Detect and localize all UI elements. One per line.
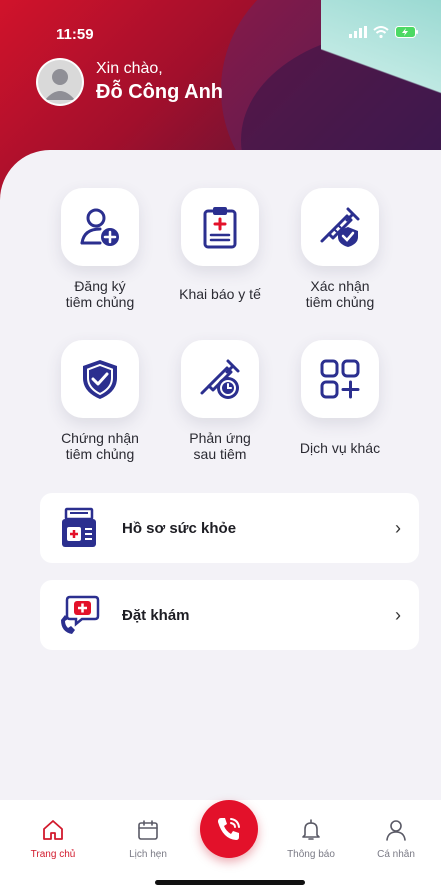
tile-label: Xác nhận tiêm chủng [305, 278, 375, 310]
tile-other-services[interactable]: Dịch vụ khác [275, 340, 405, 456]
chevron-right-icon: › [395, 517, 401, 538]
nav-item-profile[interactable]: Cá nhân [361, 818, 431, 860]
bell-icon [302, 819, 320, 840]
chevron-right-icon: › [395, 604, 401, 625]
user-add-icon [80, 208, 119, 246]
nav-item-notifications[interactable]: Thông báo [276, 818, 346, 860]
greeting: Xin chào, Đỗ Công Anh [36, 58, 223, 106]
health-record-icon [62, 507, 96, 547]
tile-icon-box [181, 340, 259, 418]
list-item-title: Đặt khám [122, 606, 190, 624]
nav-label: Trang chủ [30, 849, 76, 860]
tile-icon-box [61, 340, 139, 418]
medical-chat-icon [61, 595, 100, 634]
tile-icon-box [61, 188, 139, 266]
signal-icon [349, 26, 367, 38]
tile-icon-box [181, 188, 259, 266]
phone-icon [218, 818, 240, 840]
syringe-clock-icon [200, 359, 240, 399]
main-content: Đăng ký tiêm chủng Khai báo y tế Xác nhậ… [0, 150, 441, 887]
list-item-title: Hồ sơ sức khỏe [122, 519, 237, 537]
tile-icon-box [301, 188, 379, 266]
status-bar: 11:59 [0, 0, 441, 60]
nav-item-schedule[interactable]: Lịch hẹn [113, 818, 183, 860]
battery-charging-icon [395, 26, 418, 38]
wifi-icon [373, 26, 389, 38]
tile-label: Dịch vụ khác [299, 440, 381, 456]
list-item-book-appointment[interactable]: Đặt khám › [40, 580, 419, 650]
call-button[interactable] [200, 800, 258, 858]
grid-plus-icon [320, 359, 360, 399]
tile-confirm-vaccination[interactable]: Xác nhận tiêm chủng [275, 188, 405, 310]
avatar[interactable] [36, 58, 84, 106]
list-icon [56, 592, 102, 638]
tile-vaccination-certificate[interactable]: Chứng nhận tiêm chủng [35, 340, 165, 462]
home-indicator [155, 880, 305, 885]
tile-health-declaration[interactable]: Khai báo y tế [155, 188, 285, 302]
nav-item-home[interactable]: Trang chủ [18, 818, 88, 860]
calendar-icon [138, 820, 158, 840]
tile-label: Đăng ký tiêm chủng [65, 278, 135, 310]
nav-label: Lịch hẹn [129, 849, 167, 860]
user-name: Đỗ Công Anh [96, 81, 224, 103]
user-avatar-icon [45, 69, 75, 100]
status-icons [349, 26, 419, 38]
greeting-hello: Xin chào, [96, 60, 163, 77]
tile-post-vaccination-reaction[interactable]: Phản ứng sau tiêm [155, 340, 285, 462]
tile-label: Phản ứng sau tiêm [189, 430, 251, 462]
list-item-health-record[interactable]: Hồ sơ sức khỏe › [40, 493, 419, 563]
clipboard-medical-icon [203, 207, 237, 249]
syringe-shield-icon [320, 207, 360, 247]
user-icon [386, 820, 406, 841]
status-time: 11:59 [56, 26, 94, 43]
shield-check-icon [83, 360, 117, 399]
tile-icon-box [301, 340, 379, 418]
tile-label: Khai báo y tế [179, 286, 261, 302]
nav-label: Cá nhân [377, 849, 415, 860]
tile-label: Chứng nhận tiêm chủng [61, 430, 139, 462]
nav-label: Thông báo [287, 849, 335, 860]
tile-register-vaccination[interactable]: Đăng ký tiêm chủng [35, 188, 165, 310]
greeting-text: Xin chào, Đỗ Công Anh [96, 60, 223, 104]
list-icon [56, 505, 102, 551]
home-icon [43, 820, 63, 840]
